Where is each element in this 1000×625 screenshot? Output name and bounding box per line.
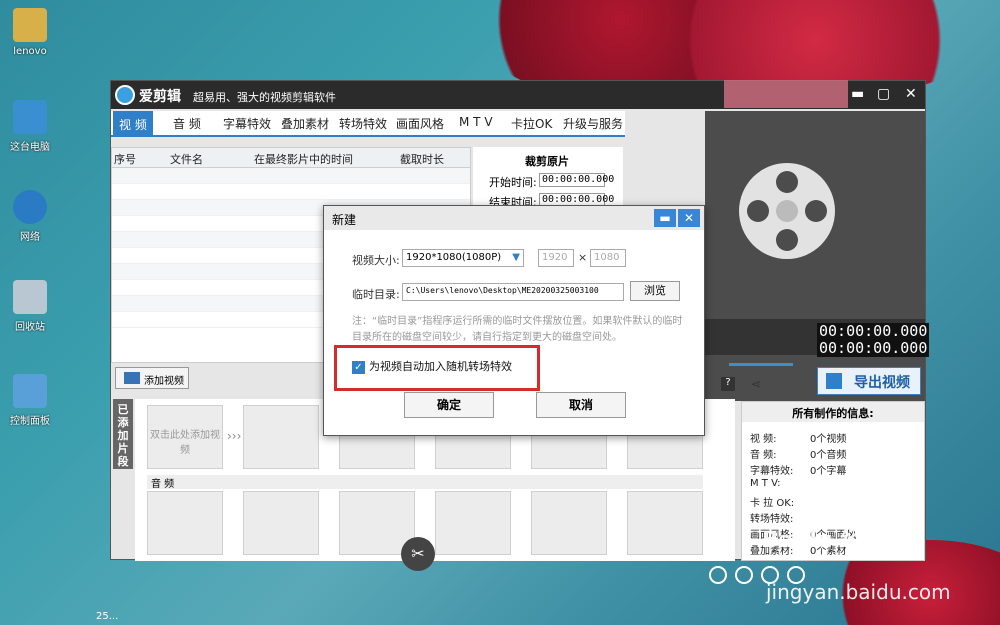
computer-icon (13, 100, 47, 134)
dropdown-arrow-icon: ▼ (512, 252, 520, 263)
maximize-button[interactable]: ▢ (877, 86, 890, 102)
film-reel-icon (739, 163, 835, 259)
app-logo-icon (115, 85, 135, 105)
blurred-region (724, 80, 848, 108)
column-header[interactable]: 截取时长 (400, 151, 444, 167)
help-icon[interactable]: ? (721, 377, 735, 391)
highlight-annotation-box (334, 345, 540, 391)
column-header[interactable]: 在最终影片中的时间 (254, 151, 353, 167)
stop-icon[interactable] (735, 566, 753, 584)
user-folder-icon (13, 8, 47, 42)
times-sign: × (578, 251, 588, 264)
clip-slot[interactable] (243, 405, 319, 469)
crop-title: 裁剪原片 (525, 155, 569, 168)
cancel-button[interactable]: 取消 (536, 392, 626, 418)
tab-mtv[interactable]: M T V (459, 115, 493, 129)
info-key: 视 频: (750, 434, 777, 445)
watermark-url: jingyan.baidu.com (766, 580, 951, 604)
app-name: 爱剪辑 (139, 89, 181, 105)
control-panel-icon (13, 374, 47, 408)
audio-slot[interactable] (147, 491, 223, 555)
add-video-button[interactable]: 添加视频 (115, 367, 189, 389)
table-row[interactable] (112, 184, 470, 200)
tab-video[interactable]: 视 频 (113, 111, 153, 135)
column-header[interactable]: 序号 (114, 151, 136, 167)
tab-subtitles[interactable]: 字幕特效 (223, 115, 271, 132)
main-tabs: 视 频 音 频 字幕特效 叠加素材 转场特效 画面风格 M T V 卡拉OK 升… (111, 111, 625, 137)
video-size-label: 视频大小: (352, 254, 400, 267)
dialog-title-bar[interactable]: 新建 ▬ ✕ (324, 206, 704, 230)
tab-karaoke[interactable]: 卡拉OK (511, 115, 552, 132)
width-input[interactable]: 1920 (538, 249, 574, 267)
desktop-icon-network[interactable]: 网络 (8, 190, 52, 243)
volume-slider[interactable] (729, 363, 793, 366)
desktop-icon-recycle-bin[interactable]: 回收站 (8, 280, 52, 333)
info-key: 卡 拉 OK: (750, 498, 795, 509)
info-value: 0个视频 (810, 434, 847, 445)
height-input[interactable]: 1080 (590, 249, 626, 267)
ok-button[interactable]: 确定 (404, 392, 494, 418)
export-icon (826, 373, 842, 389)
new-project-dialog: 新建 ▬ ✕ 视频大小: 1920*1080(1080P) ▼ 1920 × 10… (323, 205, 705, 436)
table-header: 序号 文件名 在最终影片中的时间 截取时长 (112, 148, 470, 168)
tab-audio[interactable]: 音 频 (173, 115, 201, 132)
start-time-label: 开始时间: (489, 176, 537, 189)
preview-panel (705, 111, 925, 401)
desktop-icon-this-pc[interactable]: 这台电脑 (8, 100, 52, 153)
arrow-icon: ››› (227, 429, 242, 443)
info-value: 0个字幕 (810, 466, 847, 477)
tab-overlay[interactable]: 叠加素材 (281, 115, 329, 132)
temp-dir-note: 注：“临时目录”指程序运行所需的临时文件摆放位置。如果软件默认的临时目录所在的磁… (352, 316, 683, 343)
info-key: 音 频: (750, 450, 777, 461)
info-title: 所有制作的信息: (742, 402, 924, 422)
play-icon[interactable] (709, 566, 727, 584)
scissors-icon[interactable]: ✂ (401, 537, 435, 571)
tab-style[interactable]: 画面风格 (396, 115, 444, 132)
tab-upgrade[interactable]: 升级与服务 (563, 115, 623, 132)
timecode-display: 00:00:00.000 00:00:00.000 (817, 322, 930, 357)
audio-slot[interactable] (243, 491, 319, 555)
clock-fragment: 25... (96, 611, 119, 622)
info-key: M T V: (750, 478, 781, 489)
temp-dir-label: 临时目录: (352, 288, 400, 301)
audio-slot[interactable] (531, 491, 607, 555)
crop-panel: 裁剪原片 开始时间: 00:00:00.000 结束时间: 00:00:00.0… (473, 147, 623, 209)
audio-slot[interactable] (435, 491, 511, 555)
app-slogan: 超易用、强大的视频剪辑软件 (193, 91, 336, 104)
clip-slot[interactable]: 双击此处添加视频 (147, 405, 223, 469)
share-icon[interactable]: ⋖ (751, 377, 765, 391)
video-size-select[interactable]: 1920*1080(1080P) ▼ (402, 249, 524, 267)
film-add-icon (124, 372, 140, 384)
dialog-title: 新建 (332, 213, 357, 227)
column-header[interactable]: 文件名 (170, 151, 203, 167)
temp-dir-input[interactable]: C:\Users\lenovo\Desktop\ME20200325003100 (402, 283, 624, 301)
network-icon (13, 190, 47, 224)
minimize-button[interactable]: ▬ (851, 86, 864, 102)
info-value: 0个音频 (810, 450, 847, 461)
added-clips-label: 已添加片段 (113, 399, 133, 469)
desktop-icon-control-panel[interactable]: 控制面板 (8, 374, 52, 427)
audio-slot[interactable] (627, 491, 703, 555)
info-key: 字幕特效: (750, 466, 794, 477)
recycle-bin-icon (13, 280, 47, 314)
export-video-button[interactable]: 导出视频 (817, 367, 921, 395)
close-button[interactable]: ✕ (905, 86, 917, 102)
dialog-minimize-button[interactable]: ▬ (654, 209, 676, 227)
browse-button[interactable]: 浏览 (630, 281, 680, 301)
desktop-icon-lenovo[interactable]: lenovo (8, 8, 52, 57)
dialog-close-button[interactable]: ✕ (678, 209, 700, 227)
tab-transition[interactable]: 转场特效 (339, 115, 387, 132)
start-time-input[interactable]: 00:00:00.000 (539, 173, 614, 187)
table-row[interactable] (112, 168, 470, 184)
audio-track-label: 音 频 (147, 475, 703, 490)
watermark-brand: Baidu 经验 (762, 528, 885, 553)
